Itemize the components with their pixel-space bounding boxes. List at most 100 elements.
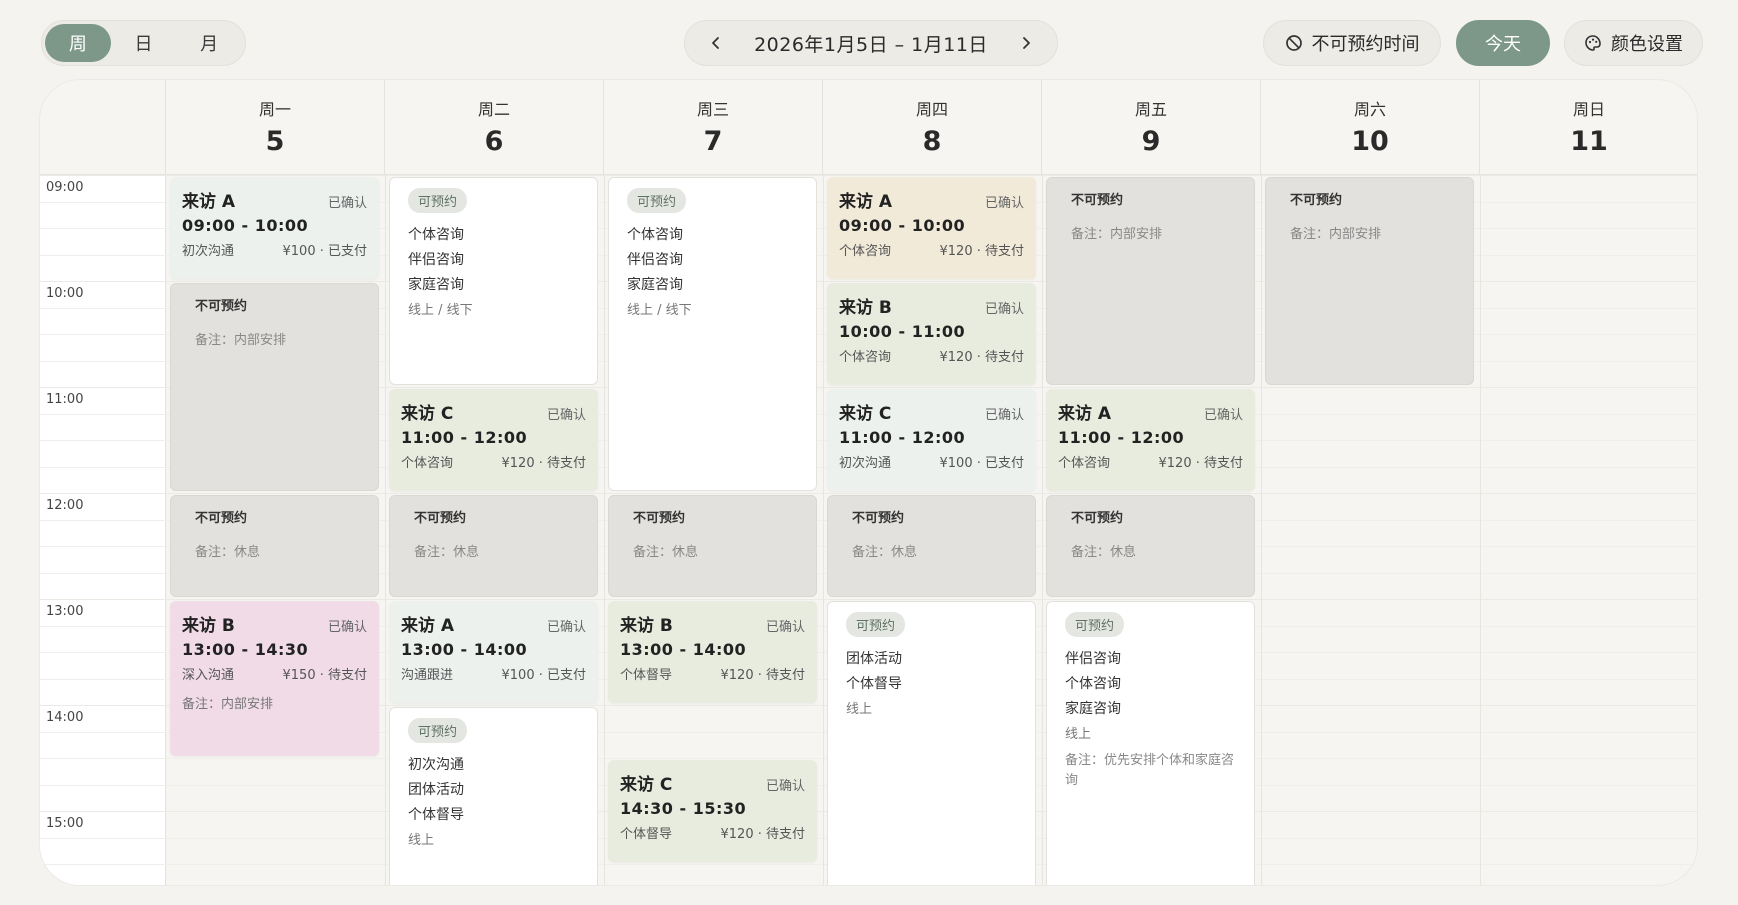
available-slot[interactable]: 可预约 伴侣咨询 个体咨询 家庭咨询 线上 备注：优先安排个体和家庭咨询 bbox=[1046, 601, 1255, 885]
available-slot[interactable]: 可预约 初次沟通 团体活动 个体督导 线上 bbox=[389, 707, 598, 885]
appointment-header: 来访 C 已确认 bbox=[620, 770, 805, 795]
unavailable-block[interactable]: 不可预约 备注：休息 bbox=[827, 495, 1036, 597]
day-header[interactable]: 周一 5 bbox=[166, 80, 385, 175]
appointment-time: 11:00 - 12:00 bbox=[401, 428, 528, 447]
service-type: 初次沟通 bbox=[182, 244, 235, 259]
unavailable-title: 不可预约 bbox=[1071, 193, 1124, 208]
appointment-card[interactable]: 来访 A 已确认 11:00 - 12:00 个体咨询 ¥120 · 待支付 bbox=[1046, 389, 1255, 491]
service-option: 团体活动 bbox=[846, 651, 902, 667]
today-label: 今天 bbox=[1485, 34, 1521, 55]
day-name: 周五 bbox=[1134, 100, 1167, 119]
day-header[interactable]: 周日 11 bbox=[1480, 80, 1697, 175]
client-name: 来访 C bbox=[839, 404, 892, 424]
appointment-time: 10:00 - 11:00 bbox=[839, 322, 966, 341]
status-badge: 已确认 bbox=[546, 408, 586, 423]
unavailable-block[interactable]: 不可预约备注：休息 bbox=[608, 495, 817, 597]
available-slot[interactable]: 可预约 个体咨询 伴侣咨询 家庭咨询 线上 / 线下 bbox=[608, 177, 817, 491]
status-badge: 已确认 bbox=[765, 620, 805, 635]
day-number: 11 bbox=[1570, 126, 1608, 157]
ban-icon bbox=[1285, 34, 1303, 52]
time-label: 12:00 bbox=[46, 498, 84, 513]
price-status: ¥100 · 已支付 bbox=[501, 668, 586, 683]
appointment-card[interactable]: 来访 B 已确认 13:00 - 14:00 个体督导 ¥120 · 待支付 bbox=[608, 601, 817, 703]
status-badge: 已确认 bbox=[984, 302, 1024, 317]
available-tag: 可预约 bbox=[1065, 612, 1125, 637]
service-option: 伴侣咨询 bbox=[627, 252, 683, 268]
service-type: 个体咨询 bbox=[839, 244, 892, 259]
appointment-time: 13:00 - 14:00 bbox=[620, 640, 747, 659]
appointment-header: 来访 C 已确认 bbox=[839, 399, 1024, 424]
unavailable-block[interactable]: 不可预约 备注：休息 bbox=[389, 495, 598, 597]
unavailable-block[interactable]: 不可预约 备注：休息 bbox=[1046, 495, 1255, 597]
day-number: 6 bbox=[484, 126, 504, 157]
appointment-card[interactable]: 来访 B 已确认 13:00 - 14:30 深入沟通 ¥150 · 待支付 备注：内部安… bbox=[170, 601, 379, 756]
unavailable-block[interactable]: 不可预约 备注：休息 bbox=[170, 495, 379, 597]
appointment-card[interactable]: 来访 C 已确认 11:00 - 12:00 个体咨询 ¥120 · 待支付 bbox=[389, 389, 598, 491]
client-name: 来访 A bbox=[401, 616, 455, 636]
unavailable-note: 备注：休息 bbox=[852, 545, 918, 560]
day-number: 8 bbox=[922, 126, 942, 157]
session-mode: 线上 bbox=[408, 833, 435, 848]
unavailable-title: 不可预约 bbox=[633, 511, 686, 526]
day-header[interactable]: 周四 8 bbox=[823, 80, 1042, 175]
day-header[interactable]: 周五 9 bbox=[1042, 80, 1261, 175]
service-option: 伴侣咨询 bbox=[408, 252, 464, 268]
unavailable-block[interactable]: 不可预约 备注：内部安排 bbox=[1265, 177, 1474, 385]
appointment-card[interactable]: 来访 C 已确认 11:00 - 12:00 初次沟通 ¥100 · 已支付 bbox=[827, 389, 1036, 491]
chevron-right-icon[interactable] bbox=[1013, 30, 1039, 56]
service-option: 初次沟通 bbox=[408, 757, 464, 773]
day-header[interactable]: 周六 10 bbox=[1261, 80, 1480, 175]
unavailable-block[interactable]: 不可预约 备注：内部安排 bbox=[170, 283, 379, 491]
view-week-button[interactable]: 周 bbox=[45, 24, 111, 62]
unavailable-title: 不可预约 bbox=[1290, 193, 1343, 208]
appointment-time: 09:00 - 10:00 bbox=[182, 216, 309, 235]
unavailable-title: 不可预约 bbox=[195, 299, 248, 314]
appointment-header: 来访 B 已确认 bbox=[620, 611, 805, 636]
color-settings-button[interactable]: 颜色设置 bbox=[1564, 20, 1703, 66]
day-header[interactable]: 周二 6 bbox=[385, 80, 604, 175]
service-option: 伴侣咨询 bbox=[1065, 651, 1121, 667]
service-option: 团体活动 bbox=[408, 782, 464, 798]
appointment-card[interactable]: 来访 B 已确认 10:00 - 11:00 个体咨询 ¥120 · 待支付 bbox=[827, 283, 1036, 385]
appointment-time: 09:00 - 10:00 bbox=[839, 216, 966, 235]
appointment-header: 来访 A 已确认 bbox=[401, 611, 586, 636]
day-divider bbox=[1261, 175, 1262, 885]
appointment-card[interactable]: 来访 A 已确认 13:00 - 14:00 沟通跟进 ¥100 · 已支付 bbox=[389, 601, 598, 703]
service-option: 个体督导 bbox=[846, 676, 902, 692]
unavailable-block[interactable]: 不可预约 备注：内部安排 bbox=[1046, 177, 1255, 385]
available-slot[interactable]: 可预约团体活动个体督导线上 bbox=[827, 601, 1036, 885]
day-number: 10 bbox=[1351, 126, 1389, 157]
session-mode: 线上 bbox=[846, 702, 873, 717]
available-slot[interactable]: 可预约 个体咨询 伴侣咨询 家庭咨询 线上 / 线下 bbox=[389, 177, 598, 385]
price-status: ¥120 · 待支付 bbox=[720, 827, 805, 842]
appointment-card[interactable]: 来访 C 已确认 14:30 - 15:30 个体督导 ¥120 · 待支付 bbox=[608, 760, 817, 862]
available-tag: 可预约 bbox=[408, 718, 468, 743]
unavailable-time-button[interactable]: 不可预约时间 bbox=[1263, 20, 1441, 66]
service-type: 个体督导 bbox=[620, 827, 673, 842]
view-day-button[interactable]: 日 bbox=[111, 24, 177, 62]
appointment-header: 来访 C 已确认 bbox=[401, 399, 586, 424]
price-status: ¥100 · 已支付 bbox=[282, 244, 367, 259]
today-button[interactable]: 今天 bbox=[1456, 20, 1550, 66]
day-name: 周六 bbox=[1353, 100, 1386, 119]
status-badge: 已确认 bbox=[546, 620, 586, 635]
hour-line bbox=[40, 175, 1697, 176]
service-option: 个体咨询 bbox=[1065, 676, 1121, 692]
appointment-time: 13:00 - 14:00 bbox=[401, 640, 528, 659]
unavailable-time-label: 不可预约时间 bbox=[1311, 34, 1420, 55]
day-divider bbox=[823, 175, 824, 885]
available-tag: 可预约 bbox=[846, 612, 906, 637]
unavailable-note: 备注：休息 bbox=[633, 545, 699, 560]
client-name: 来访 B bbox=[182, 616, 235, 636]
session-mode: 线上 bbox=[1065, 727, 1092, 742]
day-name: 周一 bbox=[258, 100, 291, 119]
appointment-card[interactable]: 来访 A 已确认 09:00 - 10:00 个体咨询 ¥120 · 待支付 bbox=[827, 177, 1036, 279]
day-header[interactable]: 周三 7 bbox=[604, 80, 823, 175]
appointment-card[interactable]: 来访 A 已确认 09:00 - 10:00 初次沟通 ¥100 · 已支付 bbox=[170, 177, 379, 279]
chevron-left-icon[interactable] bbox=[703, 30, 729, 56]
appointment-time: 13:00 - 14:30 bbox=[182, 640, 309, 659]
view-month-button[interactable]: 月 bbox=[176, 24, 242, 62]
appointment-details: 个体督导 ¥120 · 待支付 bbox=[620, 823, 805, 842]
hour-line bbox=[40, 493, 1697, 494]
day-name: 周二 bbox=[477, 100, 510, 119]
